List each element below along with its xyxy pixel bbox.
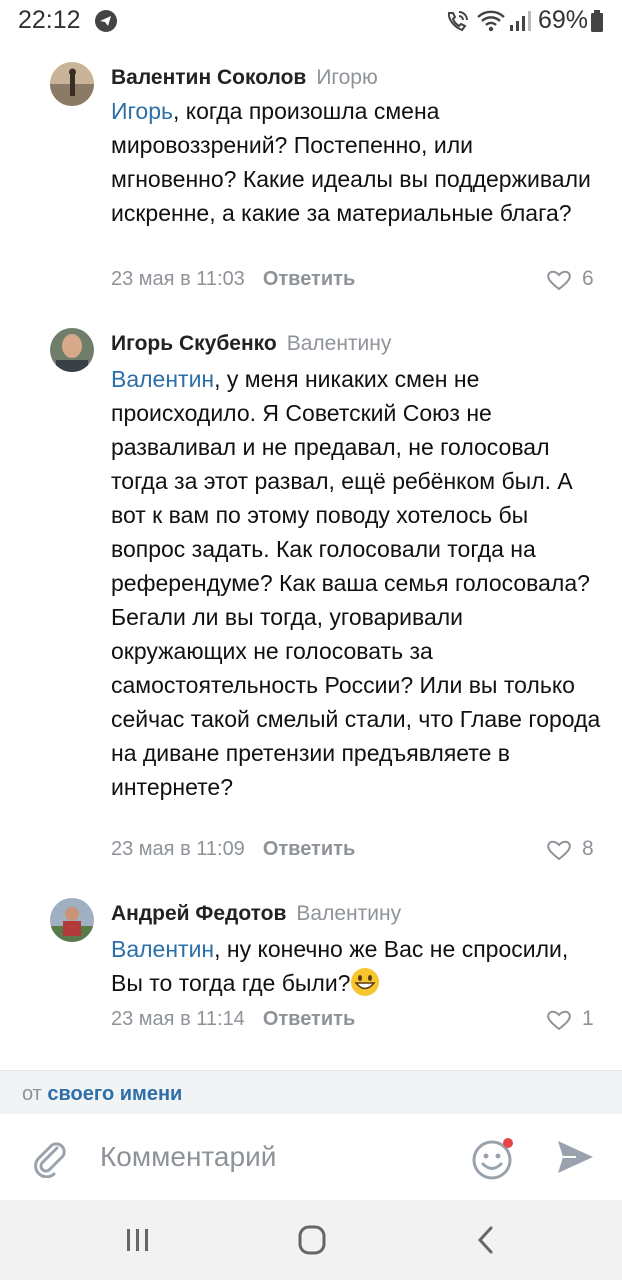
signal-icon	[510, 11, 531, 31]
reply-to-label[interactable]: Валентину	[287, 332, 392, 355]
comment-meta: 23 мая в 11:09 Ответить	[111, 838, 355, 861]
recent-apps-icon[interactable]	[118, 1222, 158, 1258]
battery-icon	[591, 10, 603, 32]
comment-text: Валентин, ну конечно же Вас не спросили,…	[111, 932, 601, 1000]
post-as-selector[interactable]: от своего имени	[0, 1070, 622, 1115]
reply-button[interactable]: Ответить	[263, 268, 355, 290]
like-count: 6	[582, 267, 594, 290]
author-name[interactable]: Валентин Соколов	[111, 66, 306, 89]
comment-text: Игорь, когда произошла смена мировоззрен…	[111, 94, 601, 230]
reply-to-label[interactable]: Валентину	[296, 902, 401, 925]
reply-button[interactable]: Ответить	[263, 838, 355, 860]
grinning-emoji-icon	[351, 968, 380, 996]
heart-icon	[547, 270, 571, 291]
reply-button[interactable]: Ответить	[263, 1008, 355, 1030]
comment: Андрей Федотов Валентину Валентин, ну кон…	[0, 898, 622, 1048]
comment: Игорь Скубенко Валентину Валентин, у меня…	[0, 328, 622, 873]
reply-to-label[interactable]: Игорю	[316, 66, 377, 89]
heart-icon	[547, 1010, 571, 1031]
like-count: 1	[582, 1007, 594, 1030]
back-icon[interactable]	[466, 1222, 506, 1258]
post-as-prefix: от	[22, 1083, 42, 1105]
comment-author[interactable]: Андрей Федотов Валентину	[111, 902, 401, 926]
comment-body: , у меня никаких смен не происходило. Я …	[111, 366, 601, 800]
comment-meta: 23 мая в 11:03 Ответить	[111, 268, 355, 291]
comment-author[interactable]: Валентин Соколов Игорю	[111, 66, 378, 90]
comment: Валентин Соколов Игорю Игорь, когда произ…	[0, 60, 622, 310]
post-as-name[interactable]: своего имени	[47, 1083, 182, 1105]
emoji-icon[interactable]	[470, 1134, 518, 1182]
comment-text: Валентин, у меня никаких смен не происхо…	[111, 362, 601, 804]
post-as-label[interactable]: от своего имени	[22, 1083, 182, 1106]
avatar[interactable]	[50, 62, 94, 106]
paperclip-icon[interactable]	[30, 1136, 70, 1178]
comment-date: 23 мая в 11:14	[111, 1008, 245, 1030]
mention-link[interactable]: Валентин	[111, 366, 214, 392]
status-time: 22:12	[18, 6, 81, 34]
comment-author[interactable]: Игорь Скубенко Валентину	[111, 332, 391, 356]
author-name[interactable]: Андрей Федотов	[111, 902, 286, 925]
avatar[interactable]	[50, 898, 94, 942]
avatar[interactable]	[50, 328, 94, 372]
comment-date: 23 мая в 11:03	[111, 268, 245, 290]
comment-body: , когда произошла смена мировоззрений? П…	[111, 98, 591, 226]
comment-input[interactable]	[98, 1136, 432, 1178]
call-wifi-icon	[447, 11, 468, 32]
send-icon[interactable]	[554, 1136, 596, 1178]
like-count: 8	[582, 837, 594, 860]
wifi-icon	[477, 10, 505, 32]
mention-link[interactable]: Валентин	[111, 936, 214, 962]
system-navigation-bar	[0, 1200, 622, 1280]
heart-icon	[547, 840, 571, 861]
telegram-icon	[95, 10, 117, 32]
mention-link[interactable]: Игорь	[111, 98, 173, 124]
author-name[interactable]: Игорь Скубенко	[111, 332, 277, 355]
battery-percent: 69%	[538, 6, 589, 34]
comment-composer	[0, 1114, 622, 1200]
status-bar: 22:12 69%	[0, 0, 622, 44]
home-icon[interactable]	[292, 1222, 332, 1258]
comment-meta: 23 мая в 11:14 Ответить	[111, 1008, 355, 1031]
comment-date: 23 мая в 11:09	[111, 838, 245, 860]
